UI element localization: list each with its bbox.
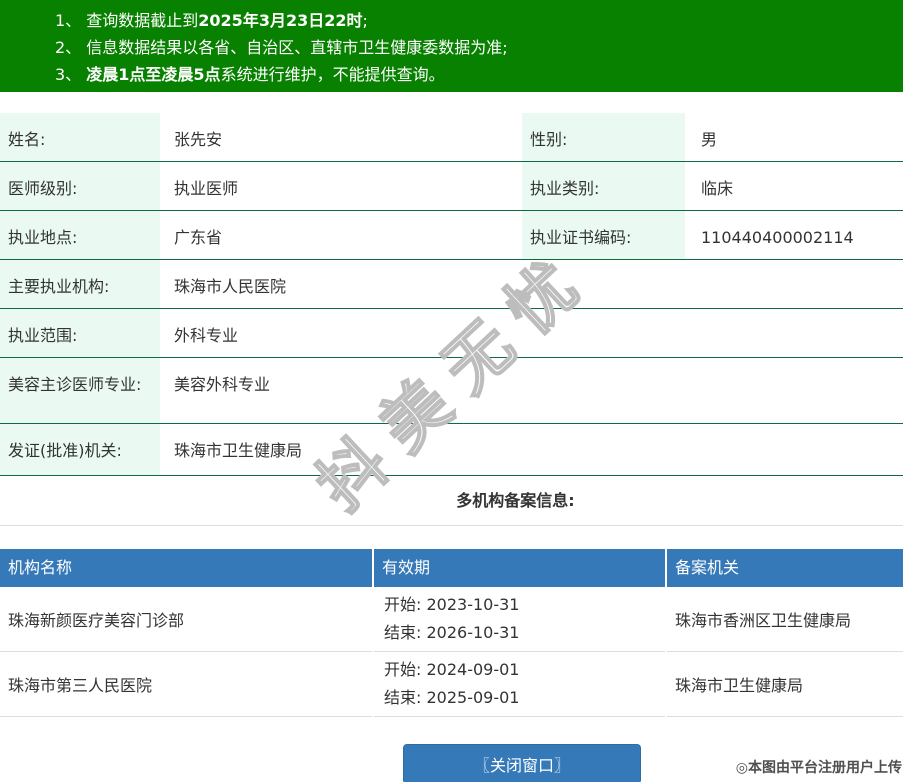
notice-line-3: 3、 凌晨1点至凌晨5点系统进行维护，不能提供查询。 bbox=[0, 61, 903, 88]
info-row-main-org: 主要执业机构: 珠海市人民医院 bbox=[0, 260, 903, 309]
notice-line-1: 1、 查询数据截止到2025年3月23日22时; bbox=[0, 7, 903, 34]
doctor-info-table: 姓名: 张先安 性别: 男 医师级别: 执业医师 执业类别: 临床 执业地点: … bbox=[0, 113, 903, 476]
validity-end: 结束: 2026-10-31 bbox=[384, 623, 520, 642]
record-table-header: 机构名称 有效期 备案机关 bbox=[0, 549, 903, 587]
close-window-button[interactable]: 〖关闭窗口〗 bbox=[403, 744, 641, 782]
issuing-authority-label: 发证(批准)机关: bbox=[0, 424, 160, 475]
practice-category-label: 执业类别: bbox=[522, 162, 685, 210]
record-validity: 开始: 2023-10-31 结束: 2026-10-31 bbox=[374, 587, 665, 652]
issuing-authority-value: 珠海市卫生健康局 bbox=[174, 441, 303, 460]
name-value: 张先安 bbox=[174, 130, 223, 149]
doctor-level-value: 执业医师 bbox=[174, 179, 239, 198]
cosmetic-specialty-label: 美容主诊医师专业: bbox=[0, 358, 160, 423]
practice-location-value: 广东省 bbox=[174, 228, 223, 247]
doctor-level-label: 医师级别: bbox=[0, 162, 160, 210]
notice-3-post: 系统进行维护，不能提供查询。 bbox=[220, 65, 445, 84]
section-divider bbox=[0, 525, 903, 526]
validity-end: 结束: 2025-09-01 bbox=[384, 688, 520, 707]
record-authority: 珠海市卫生健康局 bbox=[667, 652, 903, 717]
notice-banner: 1、 查询数据截止到2025年3月23日22时; 2、 信息数据结果以各省、自治… bbox=[0, 0, 903, 92]
record-org-name: 珠海市第三人民医院 bbox=[0, 652, 372, 717]
practice-category-value: 临床 bbox=[701, 179, 734, 198]
upload-credit-text: ◎本图由平台注册用户上传 bbox=[735, 760, 902, 776]
notice-1-post: ; bbox=[362, 11, 368, 30]
info-row-issuing-authority: 发证(批准)机关: 珠海市卫生健康局 bbox=[0, 424, 903, 476]
record-validity: 开始: 2024-09-01 结束: 2025-09-01 bbox=[374, 652, 665, 717]
name-label: 姓名: bbox=[0, 113, 160, 161]
multi-org-record-table: 机构名称 有效期 备案机关 珠海新颜医疗美容门诊部 开始: 2023-10-31… bbox=[0, 549, 903, 717]
practice-location-label: 执业地点: bbox=[0, 211, 160, 259]
gender-value: 男 bbox=[701, 130, 718, 149]
main-org-value: 珠海市人民医院 bbox=[174, 277, 287, 296]
notice-2-pre: 2、 信息数据结果以各省、自治区、直辖市卫生健康委数据为准; bbox=[55, 38, 508, 57]
practice-scope-label: 执业范围: bbox=[0, 309, 160, 357]
info-row-scope: 执业范围: 外科专业 bbox=[0, 309, 903, 358]
notice-3-pre: 3、 bbox=[55, 65, 87, 84]
notice-3-bold: 凌晨1点至凌晨5点 bbox=[86, 65, 221, 84]
query-result-page: 1、 查询数据截止到2025年3月23日22时; 2、 信息数据结果以各省、自治… bbox=[0, 0, 903, 782]
gender-label: 性别: bbox=[522, 113, 685, 161]
validity-header: 有效期 bbox=[374, 549, 665, 587]
record-row: 珠海市第三人民医院 开始: 2024-09-01 结束: 2025-09-01 … bbox=[0, 652, 903, 717]
cosmetic-specialty-value: 美容外科专业 bbox=[174, 375, 271, 394]
validity-start: 开始: 2024-09-01 bbox=[384, 660, 520, 679]
cert-number-value: 110440400002114 bbox=[701, 228, 854, 247]
multi-org-section-title: 多机构备案信息: bbox=[456, 491, 575, 510]
org-name-header: 机构名称 bbox=[0, 549, 372, 587]
record-org-name: 珠海新颜医疗美容门诊部 bbox=[0, 587, 372, 652]
notice-1-pre: 1、 查询数据截止到 bbox=[55, 11, 199, 30]
main-org-label: 主要执业机构: bbox=[0, 260, 160, 308]
record-authority: 珠海市香洲区卫生健康局 bbox=[667, 587, 903, 652]
practice-scope-value: 外科专业 bbox=[174, 326, 239, 345]
info-row-cosmetic-specialty: 美容主诊医师专业: 美容外科专业 bbox=[0, 358, 903, 424]
notice-1-bold: 2025年3月23日22时 bbox=[198, 11, 363, 30]
info-row-name-gender: 姓名: 张先安 性别: 男 bbox=[0, 113, 903, 162]
validity-start: 开始: 2023-10-31 bbox=[384, 595, 520, 614]
info-row-location-cert: 执业地点: 广东省 执业证书编码: 110440400002114 bbox=[0, 211, 903, 260]
authority-header: 备案机关 bbox=[667, 549, 903, 587]
info-row-level-category: 医师级别: 执业医师 执业类别: 临床 bbox=[0, 162, 903, 211]
record-row: 珠海新颜医疗美容门诊部 开始: 2023-10-31 结束: 2026-10-3… bbox=[0, 587, 903, 652]
cert-number-label: 执业证书编码: bbox=[522, 211, 685, 259]
notice-line-2: 2、 信息数据结果以各省、自治区、直辖市卫生健康委数据为准; bbox=[0, 34, 903, 61]
